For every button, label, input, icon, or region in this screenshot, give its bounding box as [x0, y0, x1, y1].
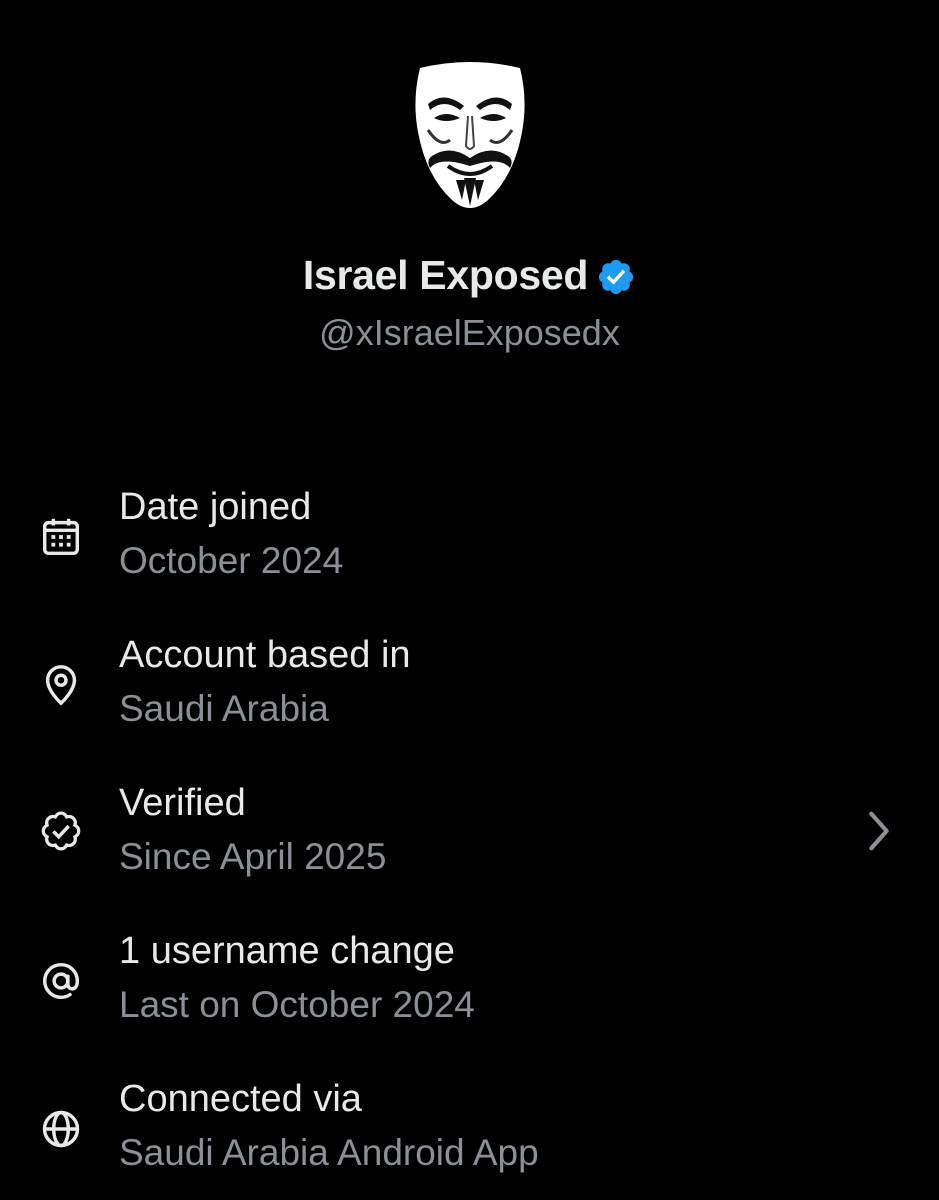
account-based-in-row: Account based in Saudi Arabia: [0, 626, 939, 746]
connected-via-row: Connected via Saudi Arabia Android App: [0, 1070, 939, 1190]
mask-icon: [415, 62, 525, 208]
row-subtitle: Saudi Arabia: [119, 688, 329, 729]
row-title: Connected via: [119, 1078, 362, 1120]
row-title: Account based in: [119, 634, 411, 676]
calendar-icon: [42, 518, 80, 556]
profile-name-row: Israel Exposed: [0, 252, 939, 299]
display-name: Israel Exposed: [302, 252, 589, 298]
location-pin-icon: [45, 665, 77, 706]
verified-row[interactable]: Verified Since April 2025: [0, 774, 939, 894]
row-title: Verified: [119, 782, 246, 824]
verified-badge-icon: [41, 811, 81, 851]
username-change-row: 1 username change Last on October 2024: [0, 922, 939, 1042]
avatar[interactable]: [410, 60, 530, 212]
date-joined-row: Date joined October 2024: [0, 478, 939, 598]
row-subtitle: Last on October 2024: [119, 984, 475, 1025]
globe-icon: [42, 1110, 80, 1148]
row-title: 1 username change: [119, 930, 455, 972]
verified-badge-icon[interactable]: [596, 257, 636, 297]
row-title: Date joined: [119, 486, 312, 528]
at-sign-icon: [42, 962, 80, 1000]
row-subtitle: Saudi Arabia Android App: [119, 1132, 539, 1173]
row-subtitle: Since April 2025: [119, 836, 387, 877]
row-subtitle: October 2024: [119, 540, 344, 581]
chevron-right-icon[interactable]: [862, 808, 896, 854]
profile-handle: @xIsraelExposedx: [319, 312, 620, 353]
